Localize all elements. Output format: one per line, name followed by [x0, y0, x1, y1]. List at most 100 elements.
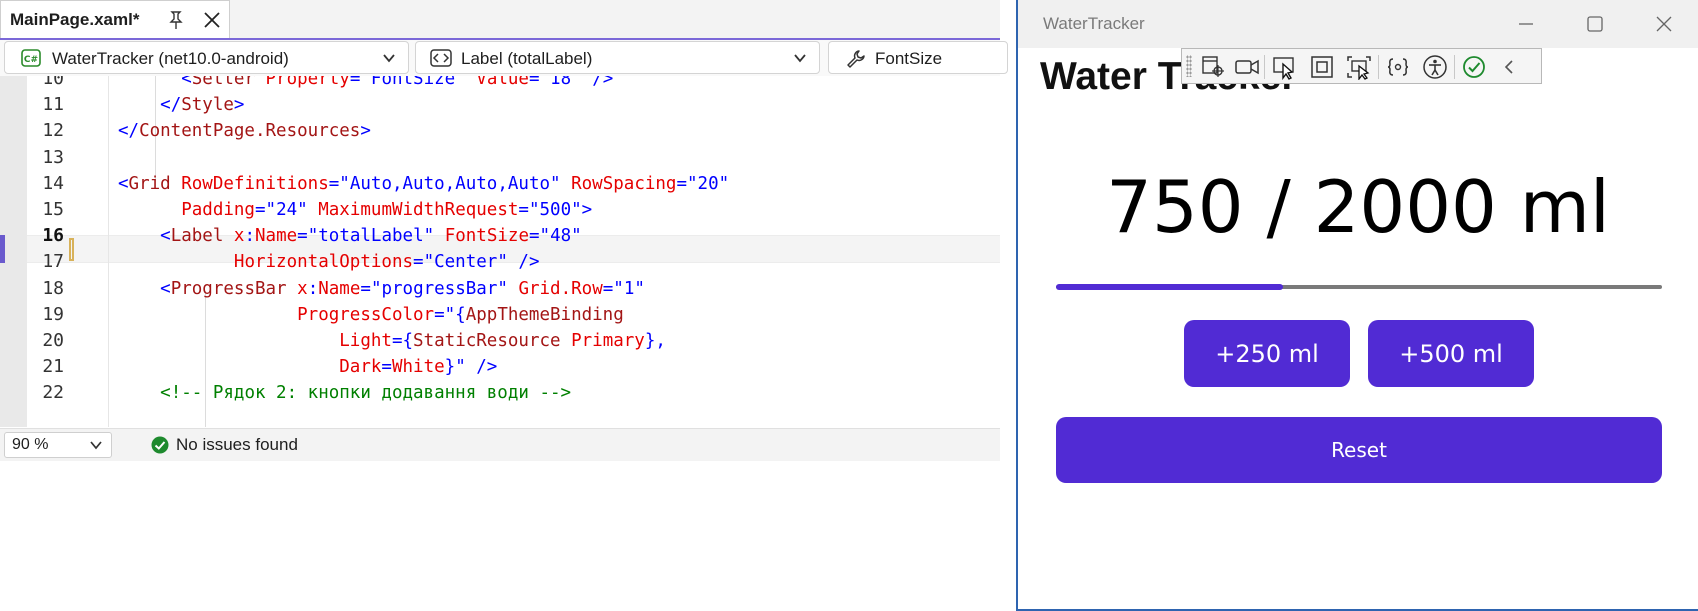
code-token: "FontSize"	[360, 76, 466, 89]
add-250-button[interactable]: +250 ml	[1184, 320, 1350, 387]
line-number: 21	[42, 356, 64, 378]
code-editor: MainPage.xaml* C# WaterTracker (net10.0-…	[0, 0, 1008, 461]
code-token: Primary	[571, 331, 645, 351]
chevron-down-icon	[794, 54, 806, 63]
add-500-button[interactable]: +500 ml	[1368, 320, 1534, 387]
progress-fill	[1056, 284, 1284, 290]
line-number: 12	[42, 120, 64, 142]
collapse-icon[interactable]	[1498, 54, 1520, 80]
code-line: <!-- Рядок 2: кнопки додавання води -->	[118, 379, 571, 407]
code-token: "18"	[539, 76, 582, 89]
code-token: x	[297, 278, 308, 299]
code-token: Light	[339, 331, 392, 351]
editor-status-bar: 90 % No issues found	[0, 428, 1000, 461]
record-icon[interactable]	[1234, 54, 1260, 80]
pin-icon[interactable]	[166, 9, 186, 31]
code-line: Padding="24" MaximumWidthRequest="500">	[118, 196, 592, 224]
code-line: <Label x:Name="totalLabel" FontSize="48"	[118, 222, 582, 250]
track-focus-icon[interactable]	[1346, 54, 1372, 80]
current-line-marker	[0, 235, 5, 263]
code-token: Style	[181, 95, 234, 116]
select-element-icon[interactable]	[1200, 54, 1226, 80]
element-dropdown[interactable]: Label (totalLabel)	[415, 41, 820, 74]
binding-icon[interactable]	[1385, 54, 1411, 80]
drag-handle[interactable]	[1186, 55, 1192, 77]
code-token: =	[518, 200, 529, 220]
zoom-dropdown[interactable]: 90 %	[4, 432, 112, 458]
code-token: "progressBar"	[370, 278, 508, 299]
code-line: HorizontalOptions="Center" />	[118, 248, 540, 276]
code-token: =	[391, 331, 403, 351]
code-token: x	[233, 226, 245, 247]
code-token: ProgressColor	[297, 304, 435, 325]
code-token: "totalLabel"	[307, 226, 435, 247]
code-token: Grid	[128, 173, 182, 194]
progress-bar	[1056, 284, 1662, 290]
toolbar-separator	[1454, 55, 1455, 79]
line-number: 20	[42, 330, 64, 351]
app-window: WaterTracker Water Tracker 750 / 2000 ml…	[1016, 0, 1698, 611]
code-token: </	[118, 121, 140, 142]
adorner-icon[interactable]	[1309, 54, 1335, 80]
toolbar-separator	[1264, 55, 1265, 79]
code-token: ContentPage.Resources	[139, 121, 361, 142]
chevron-down-icon	[90, 441, 102, 450]
code-token: =	[528, 76, 540, 89]
line-number: 22	[42, 382, 64, 404]
code-token: "Center"	[423, 252, 508, 273]
svg-text:C#: C#	[24, 55, 38, 65]
close-icon[interactable]	[201, 9, 223, 31]
project-label: WaterTracker (net10.0-android)	[52, 49, 289, 68]
accessibility-icon[interactable]	[1422, 54, 1448, 80]
maximize-icon[interactable]	[1585, 14, 1605, 34]
csharp-project-icon: C#	[21, 49, 41, 67]
close-icon[interactable]	[1654, 14, 1674, 34]
code-token: =	[349, 76, 361, 89]
toolbar-separator	[1378, 55, 1379, 79]
hot-reload-ok-icon[interactable]	[1461, 54, 1487, 80]
code-area[interactable]: 10 <Setter Property="FontSize" Value="18…	[0, 76, 1000, 427]
code-token: Property	[265, 76, 350, 89]
code-line: Light={StaticResource Primary},	[118, 327, 666, 355]
code-token: =	[297, 226, 308, 247]
property-dropdown[interactable]: FontSize	[828, 41, 1008, 74]
code-token: "24"	[265, 200, 308, 220]
document-tab-strip: MainPage.xaml*	[0, 0, 1000, 40]
gutter-separator	[108, 76, 109, 427]
navigation-bar: C# WaterTracker (net10.0-android) Label …	[0, 40, 1008, 76]
code-token: StaticResource	[413, 331, 572, 351]
minimize-icon[interactable]	[1516, 14, 1536, 34]
window-title: WaterTracker	[1043, 14, 1145, 33]
code-token: <	[160, 226, 171, 247]
code-line: Dark=White}" />	[118, 353, 497, 381]
code-token: RowSpacing	[571, 173, 677, 194]
code-token: >	[581, 200, 593, 220]
tab-title: MainPage.xaml*	[10, 10, 140, 29]
code-token: AppThemeBinding	[465, 304, 624, 325]
code-token: />	[465, 357, 498, 378]
xaml-element-icon	[430, 49, 452, 67]
code-token: =	[381, 357, 392, 378]
code-token: "Auto,Auto,Auto,Auto"	[339, 173, 561, 194]
code-token: />	[507, 252, 540, 273]
reset-button[interactable]: Reset	[1056, 417, 1662, 483]
code-token: >	[233, 95, 245, 116]
pointer-icon[interactable]	[1272, 54, 1298, 80]
code-token: Value	[476, 76, 529, 89]
project-dropdown[interactable]: C# WaterTracker (net10.0-android)	[4, 41, 409, 74]
code-token: White	[391, 357, 445, 378]
tab-mainpage-xaml[interactable]: MainPage.xaml*	[0, 0, 230, 38]
code-token: Setter	[191, 76, 266, 89]
code-token: },	[644, 331, 666, 351]
code-token: =	[434, 304, 445, 325]
